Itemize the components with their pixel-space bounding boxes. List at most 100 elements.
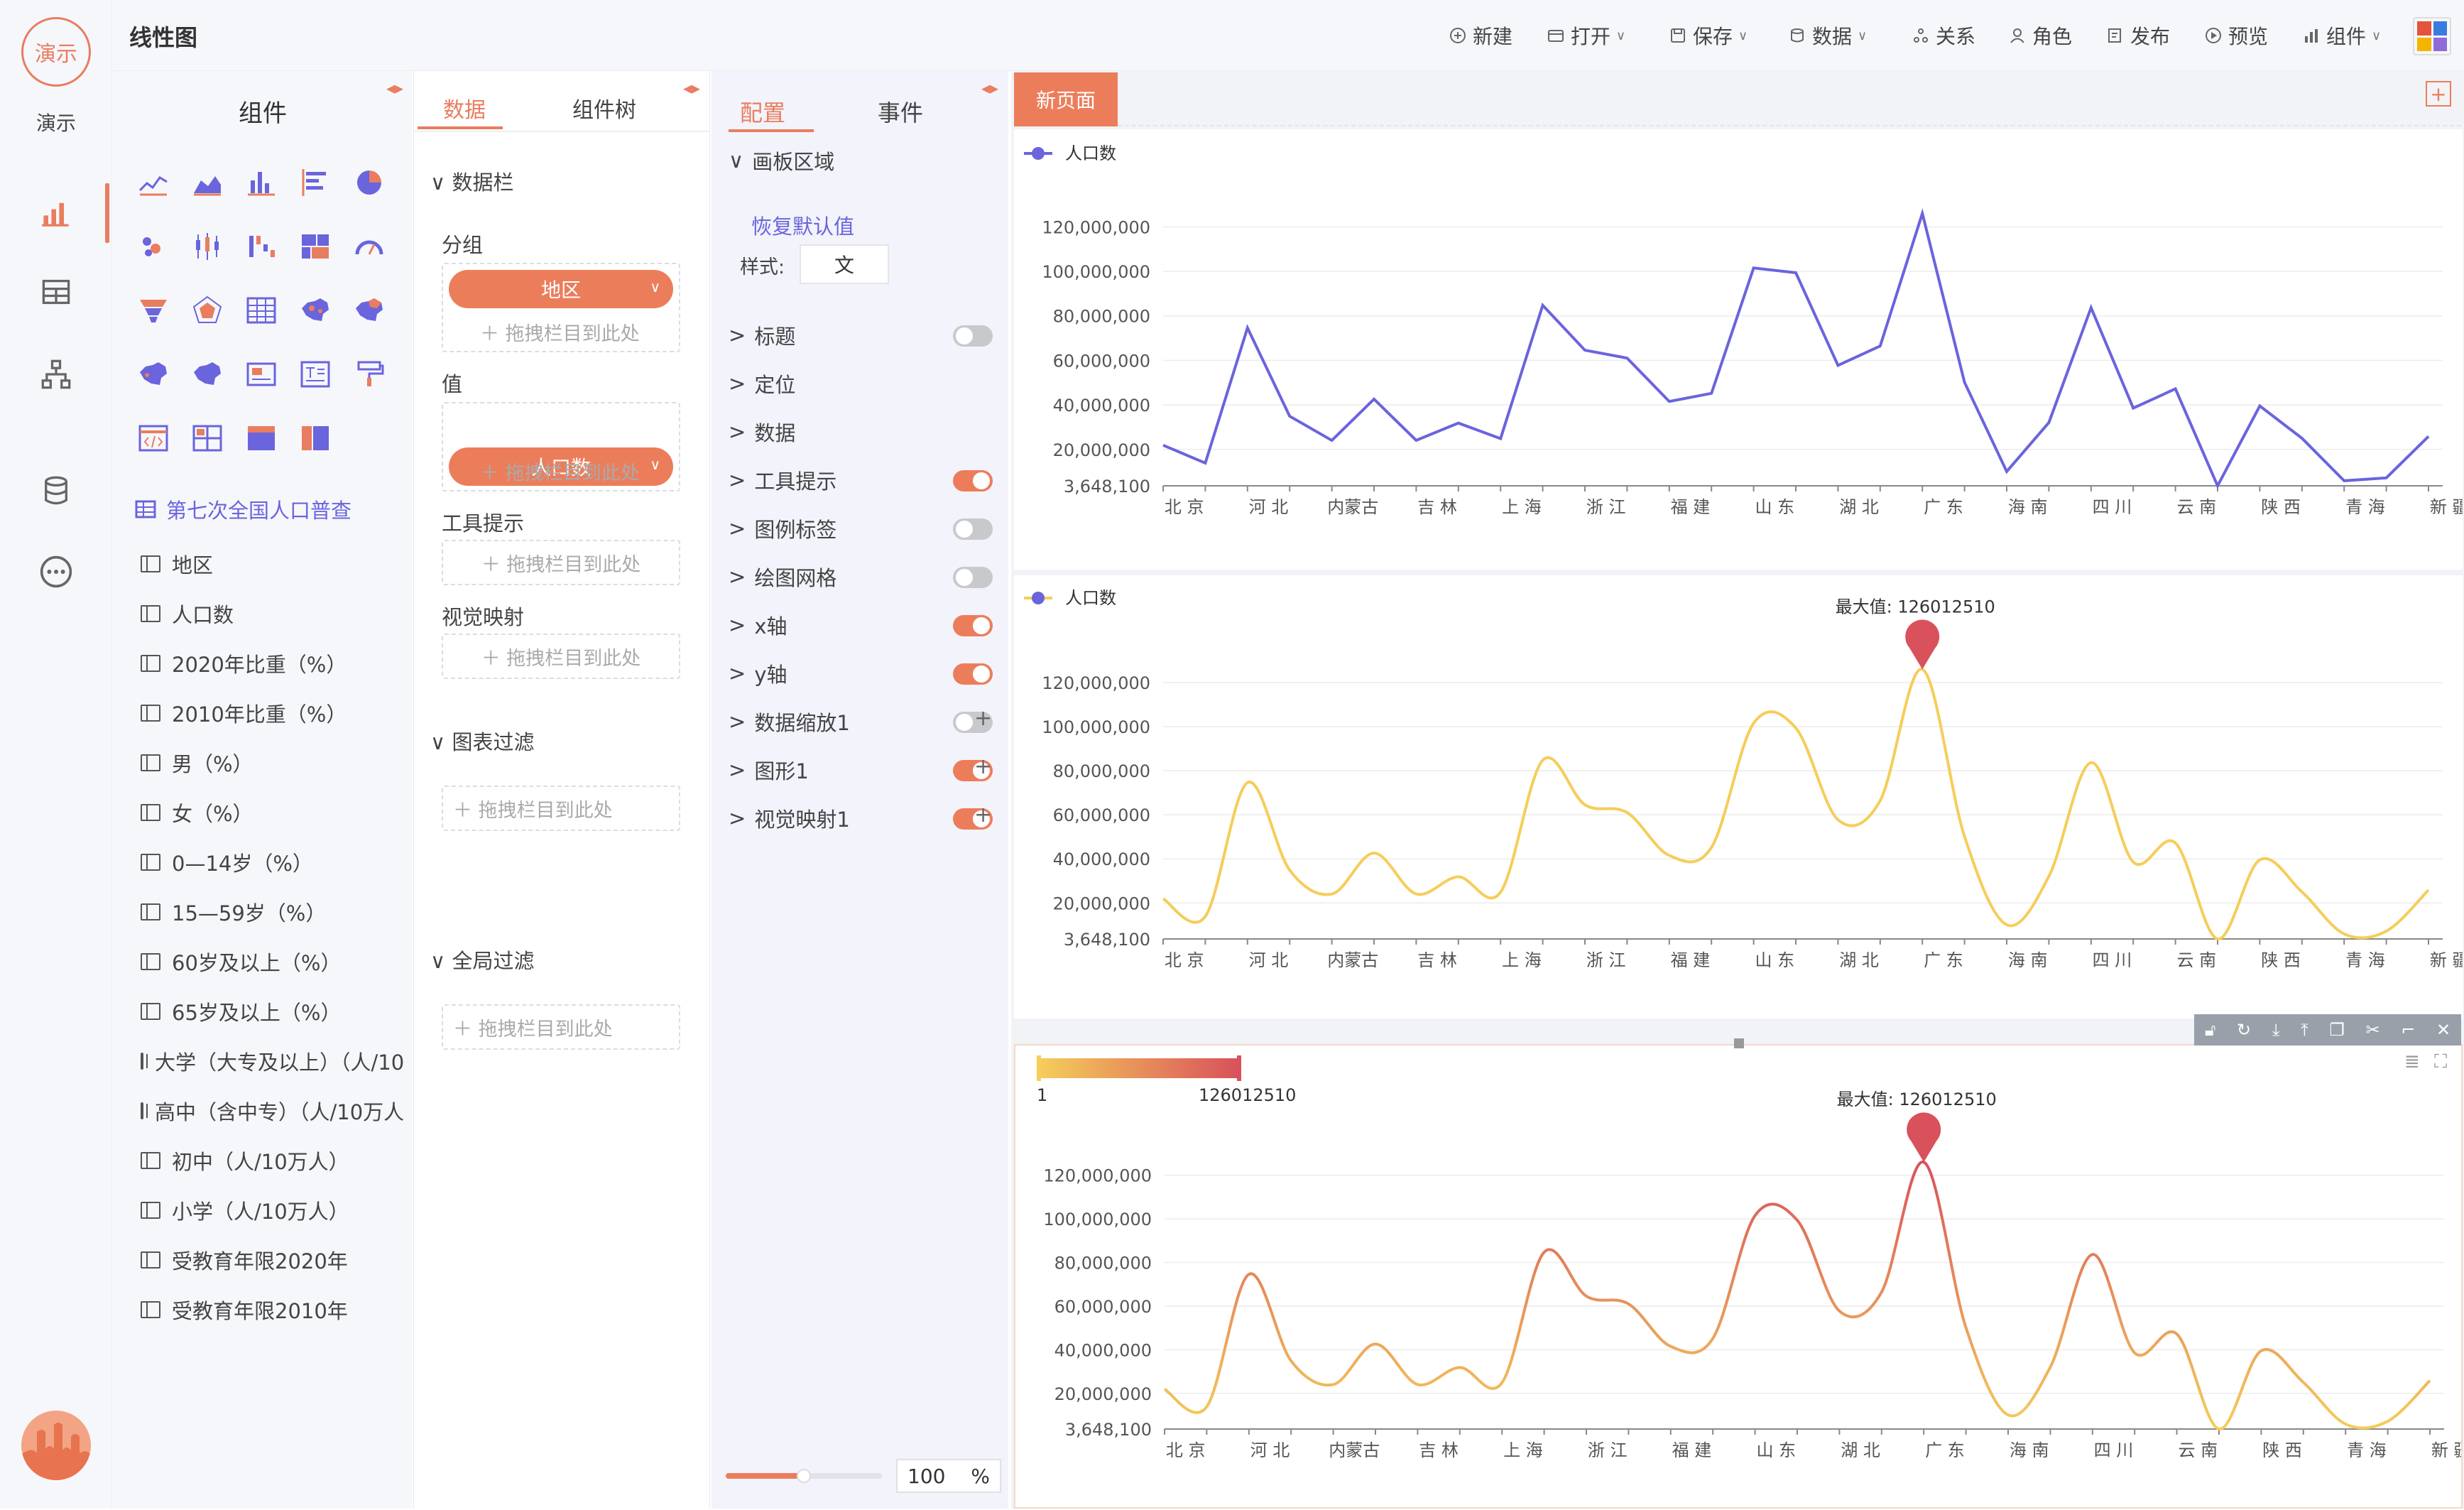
funnel-icon[interactable] (126, 278, 180, 342)
config-toggle[interactable] (953, 615, 993, 636)
field-item[interactable]: 女（%） (141, 794, 403, 831)
refresh-icon[interactable]: ↻ (2237, 1020, 2251, 1040)
field-item[interactable]: 人口数 (141, 595, 403, 632)
field-item[interactable]: 大学（大专及以上）（人/10万人） (141, 1043, 403, 1080)
table-icon[interactable] (234, 278, 288, 342)
china-heat-map-icon[interactable] (342, 278, 396, 342)
fullscreen-icon[interactable]: ⛶ (2434, 1051, 2447, 1073)
download-icon[interactable]: ⤓ (2272, 1020, 2280, 1040)
tooltip-drop-zone[interactable]: ＋ 拖拽栏目到此处 (442, 540, 680, 585)
role-button[interactable]: 角色 (2008, 21, 2072, 50)
new-button[interactable]: 新建 (1449, 21, 1512, 50)
config-toggle[interactable] (953, 518, 993, 540)
group-field-pill[interactable]: 地区 ∨ (449, 270, 673, 308)
chart-filter-drop-zone[interactable]: ＋ 拖拽栏目到此处 (442, 786, 680, 831)
config-row[interactable]: > 数据缩放1 (729, 707, 850, 736)
collapse-icon[interactable]: ◂▸ (683, 78, 700, 98)
restore-default-link[interactable]: 恢复默认值 (751, 210, 854, 240)
add-page-button[interactable]: + (2426, 81, 2451, 107)
publish-button[interactable]: 发布 (2106, 21, 2170, 50)
gauge-icon[interactable] (342, 214, 396, 278)
line-chart-icon[interactable] (126, 151, 180, 214)
config-toggle[interactable] (953, 470, 993, 491)
section-global-filter[interactable]: ∨ 全局过滤 (430, 945, 534, 974)
add-item-button[interactable]: + (974, 803, 992, 827)
chart-card-2[interactable]: 人口数 3,648,100 20,000,000 40,000,000 60,000,0… (1014, 575, 2464, 1019)
collapse-icon[interactable]: ◂▸ (386, 78, 403, 98)
config-row[interactable]: > 图形1 (729, 756, 809, 784)
global-filter-drop-zone[interactable]: ＋ 拖拽栏目到此处 (442, 1004, 680, 1050)
relation-button[interactable]: 关系 (1912, 21, 1975, 50)
horizontal-bar-icon[interactable] (288, 151, 342, 214)
config-toggle[interactable] (953, 567, 993, 588)
candlestick-icon[interactable] (180, 214, 234, 278)
canvas-area-section[interactable]: ∨ 画板区域 (729, 146, 834, 175)
zoom-slider-handle[interactable] (797, 1469, 811, 1483)
component-menu-button[interactable]: 组件 ∨ (2302, 21, 2381, 50)
field-item[interactable]: 地区 (141, 545, 403, 582)
group-drop-zone[interactable]: ＋ 拖拽栏目到此处 (480, 318, 640, 346)
field-item[interactable]: 2020年比重（%） (141, 645, 403, 682)
field-item[interactable]: 男（%） (141, 744, 403, 781)
grid-layout-icon[interactable] (180, 406, 234, 470)
open-button[interactable]: 打开 ∨ (1547, 21, 1625, 50)
field-item[interactable]: 60岁及以上（%） (141, 943, 403, 980)
config-row[interactable]: > 视觉映射1 (729, 804, 850, 832)
tab-data[interactable]: 数据 (443, 92, 486, 124)
field-item[interactable]: 小学（人/10万人） (141, 1192, 403, 1229)
add-item-button[interactable]: + (974, 754, 992, 779)
field-item[interactable]: 高中（含中专）（人/10万人） (141, 1092, 403, 1129)
save-button[interactable]: 保存 ∨ (1669, 21, 1748, 50)
rail-tree-icon[interactable] (36, 354, 77, 395)
add-item-button[interactable]: + (974, 706, 992, 731)
config-row[interactable]: > 工具提示 (729, 466, 836, 494)
value-drop-zone[interactable]: ＋ 拖拽栏目到此处 (480, 457, 640, 485)
area-chart-icon[interactable] (180, 151, 234, 214)
text-block-icon[interactable] (288, 342, 342, 406)
config-row[interactable]: > 标题 (729, 321, 795, 349)
config-row[interactable]: > 绘图网格 (729, 563, 836, 591)
image-card-icon[interactable] (234, 342, 288, 406)
bar-chart-icon[interactable] (234, 151, 288, 214)
cut-icon[interactable]: ✂ (2366, 1020, 2380, 1040)
tab-component-tree[interactable]: 组件树 (572, 92, 636, 124)
rail-database-icon[interactable] (36, 470, 77, 511)
config-row[interactable]: > x轴 (729, 611, 787, 639)
china-region-map-icon[interactable] (180, 342, 234, 406)
zoom-slider[interactable] (726, 1469, 882, 1483)
style-input[interactable]: 文 (800, 244, 889, 284)
format-painter-icon[interactable] (342, 342, 396, 406)
rail-more-icon[interactable] (36, 551, 77, 592)
dataset-title[interactable]: 第七次全国人口普查 (135, 494, 351, 524)
column-layout-icon[interactable] (288, 406, 342, 470)
rail-chart-icon[interactable] (36, 192, 77, 233)
waterfall-icon[interactable] (234, 214, 288, 278)
app-switcher-icon[interactable] (2413, 17, 2451, 55)
treemap-icon[interactable] (288, 214, 342, 278)
rail-table-icon[interactable] (36, 271, 77, 313)
copy-icon[interactable]: ❐ (2329, 1020, 2345, 1040)
field-item[interactable]: 2010年比重（%） (141, 695, 403, 732)
field-item[interactable]: 受教育年限2010年 (141, 1291, 403, 1328)
chart-card-1[interactable]: 人口数 3,648,100 20,000,000 40,000,000 60,000,0… (1014, 129, 2464, 570)
collapse-icon[interactable]: ◂▸ (981, 78, 998, 98)
move-top-icon[interactable]: ⤒ (2301, 1020, 2308, 1040)
field-item[interactable]: 15—59岁（%） (141, 893, 403, 930)
config-toggle[interactable] (953, 663, 993, 685)
chart-card-3-selected[interactable]: 1 126012510 3,648,100 20,000,000 40,000,000 6… (1014, 1044, 2464, 1509)
field-item[interactable]: 0—14岁（%） (141, 844, 403, 881)
data-source-icon[interactable]: ≣ (2404, 1051, 2420, 1072)
header-layout-icon[interactable] (234, 406, 288, 470)
section-databar[interactable]: ∨ 数据栏 (430, 166, 513, 196)
tab-events[interactable]: 事件 (878, 95, 923, 128)
data-menu-button[interactable]: 数据 ∨ (1788, 21, 1867, 50)
app-logo[interactable]: 演示 (21, 17, 91, 87)
config-row[interactable]: > y轴 (729, 659, 787, 688)
format-icon[interactable]: ⌐ (2401, 1020, 2415, 1040)
radar-icon[interactable] (180, 278, 234, 342)
field-item[interactable]: 受教育年限2020年 (141, 1242, 403, 1278)
config-row[interactable]: > 定位 (729, 369, 795, 398)
config-toggle[interactable] (953, 325, 993, 347)
scatter-icon[interactable] (126, 214, 180, 278)
page-tab-new-page[interactable]: 新页面 (1014, 72, 1118, 126)
